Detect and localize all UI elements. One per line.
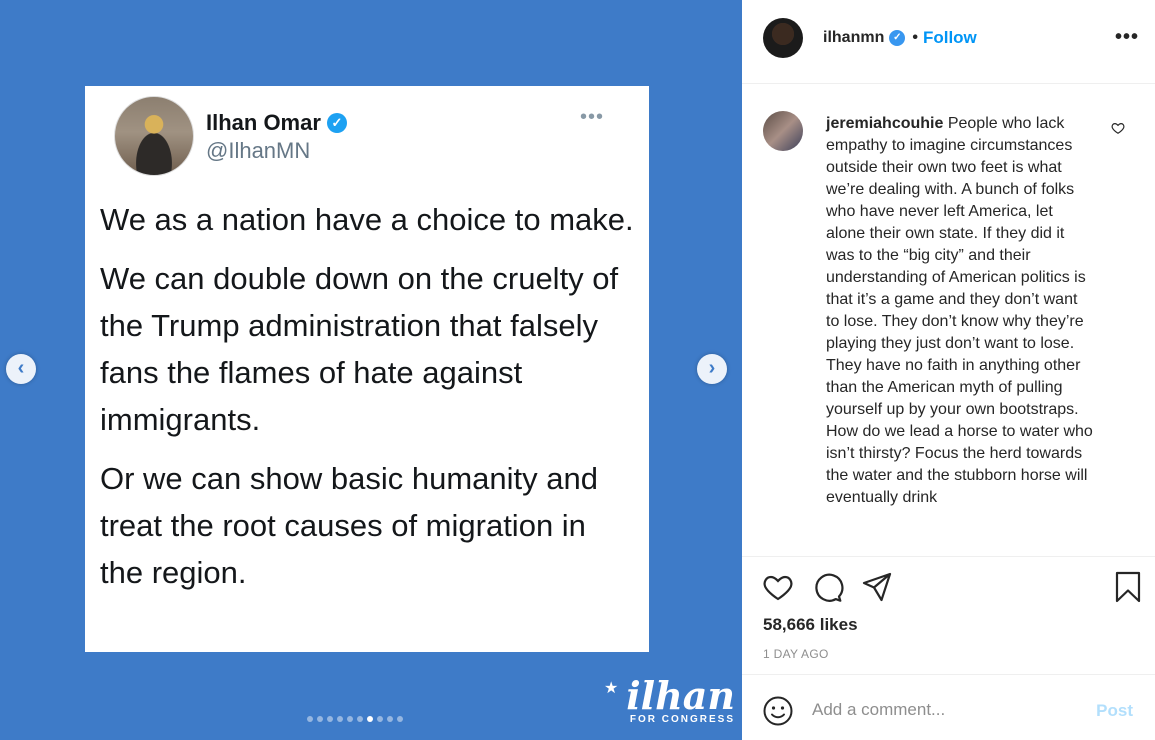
heart-icon[interactable] <box>762 571 794 603</box>
separator-dot: • <box>912 29 918 46</box>
tweet-avatar <box>114 96 194 176</box>
tweet-paragraph: We as a nation have a choice to make. <box>100 202 634 237</box>
comment-icon[interactable] <box>812 571 844 603</box>
tweet-more-icon: ••• <box>579 106 604 128</box>
carousel-dot <box>347 716 353 722</box>
tweet-text: We as a nation have a choice to make. We… <box>100 196 634 596</box>
brand-logo-main: ilhan <box>626 673 735 718</box>
star-icon: ★ <box>604 680 619 697</box>
next-arrow-icon[interactable]: › <box>697 354 727 384</box>
carousel-dot <box>387 716 393 722</box>
brand-logo: ★ ilhan FOR CONGRESS <box>600 673 735 726</box>
post-button[interactable]: Post <box>1096 701 1133 721</box>
carousel-dot <box>367 716 373 722</box>
more-icon[interactable]: ••• <box>1115 26 1139 49</box>
bookmark-icon[interactable] <box>1112 571 1144 603</box>
carousel-dot <box>307 716 313 722</box>
post-media: Ilhan Omar ✓ @IlhanMN ••• We as a nation… <box>0 0 742 740</box>
tweet-paragraph: Or we can show basic humanity and treat … <box>100 461 598 590</box>
post-actions: 58,666 likes 1 DAY AGO <box>742 556 1155 674</box>
comments-list[interactable]: jeremiahcouhie People who lack empathy t… <box>742 85 1155 555</box>
carousel-dot <box>317 716 323 722</box>
comment-text: People who lack empathy to imagine circu… <box>826 115 1093 506</box>
brand-logo-sub: FOR CONGRESS <box>629 714 735 725</box>
prev-arrow-icon[interactable]: ‹ <box>6 354 36 384</box>
post-author: ilhanmn ✓ • Follow <box>823 28 977 48</box>
comment-item: jeremiahcouhie People who lack empathy t… <box>742 85 1155 509</box>
tweet-handle: @IlhanMN <box>206 138 311 163</box>
follow-button[interactable]: Follow <box>923 28 977 48</box>
comment-composer: Post <box>742 674 1155 740</box>
avatar[interactable] <box>763 18 803 58</box>
tweet-author: Ilhan Omar ✓ <box>206 110 347 136</box>
tweet-paragraph: We can double down on the cruelty of the… <box>100 261 619 437</box>
carousel-dot <box>327 716 333 722</box>
likes-count[interactable]: 58,666 likes <box>763 615 858 635</box>
tweet-header: Ilhan Omar ✓ @IlhanMN ••• <box>100 86 634 182</box>
verified-icon: ✓ <box>326 113 347 133</box>
username-link[interactable]: ilhanmn <box>823 29 884 47</box>
avatar[interactable] <box>763 111 803 151</box>
post-timestamp[interactable]: 1 DAY AGO <box>763 647 829 661</box>
heart-icon[interactable] <box>1111 121 1125 135</box>
post-sidebar: ilhanmn ✓ • Follow ••• jeremiahcouhie Pe… <box>742 0 1155 740</box>
carousel-dot <box>377 716 383 722</box>
comment-username[interactable]: jeremiahcouhie <box>826 115 943 132</box>
carousel-dot <box>357 716 363 722</box>
emoji-icon[interactable] <box>762 695 794 727</box>
carousel-dot <box>337 716 343 722</box>
carousel-indicator <box>307 716 403 722</box>
post-header: ilhanmn ✓ • Follow ••• <box>742 0 1155 84</box>
share-icon[interactable] <box>861 571 893 603</box>
comment-input[interactable] <box>812 697 1072 723</box>
verified-icon: ✓ <box>889 30 906 46</box>
tweet-screenshot: Ilhan Omar ✓ @IlhanMN ••• We as a nation… <box>85 86 649 652</box>
carousel-dot <box>397 716 403 722</box>
tweet-author-name: Ilhan Omar <box>206 110 321 135</box>
